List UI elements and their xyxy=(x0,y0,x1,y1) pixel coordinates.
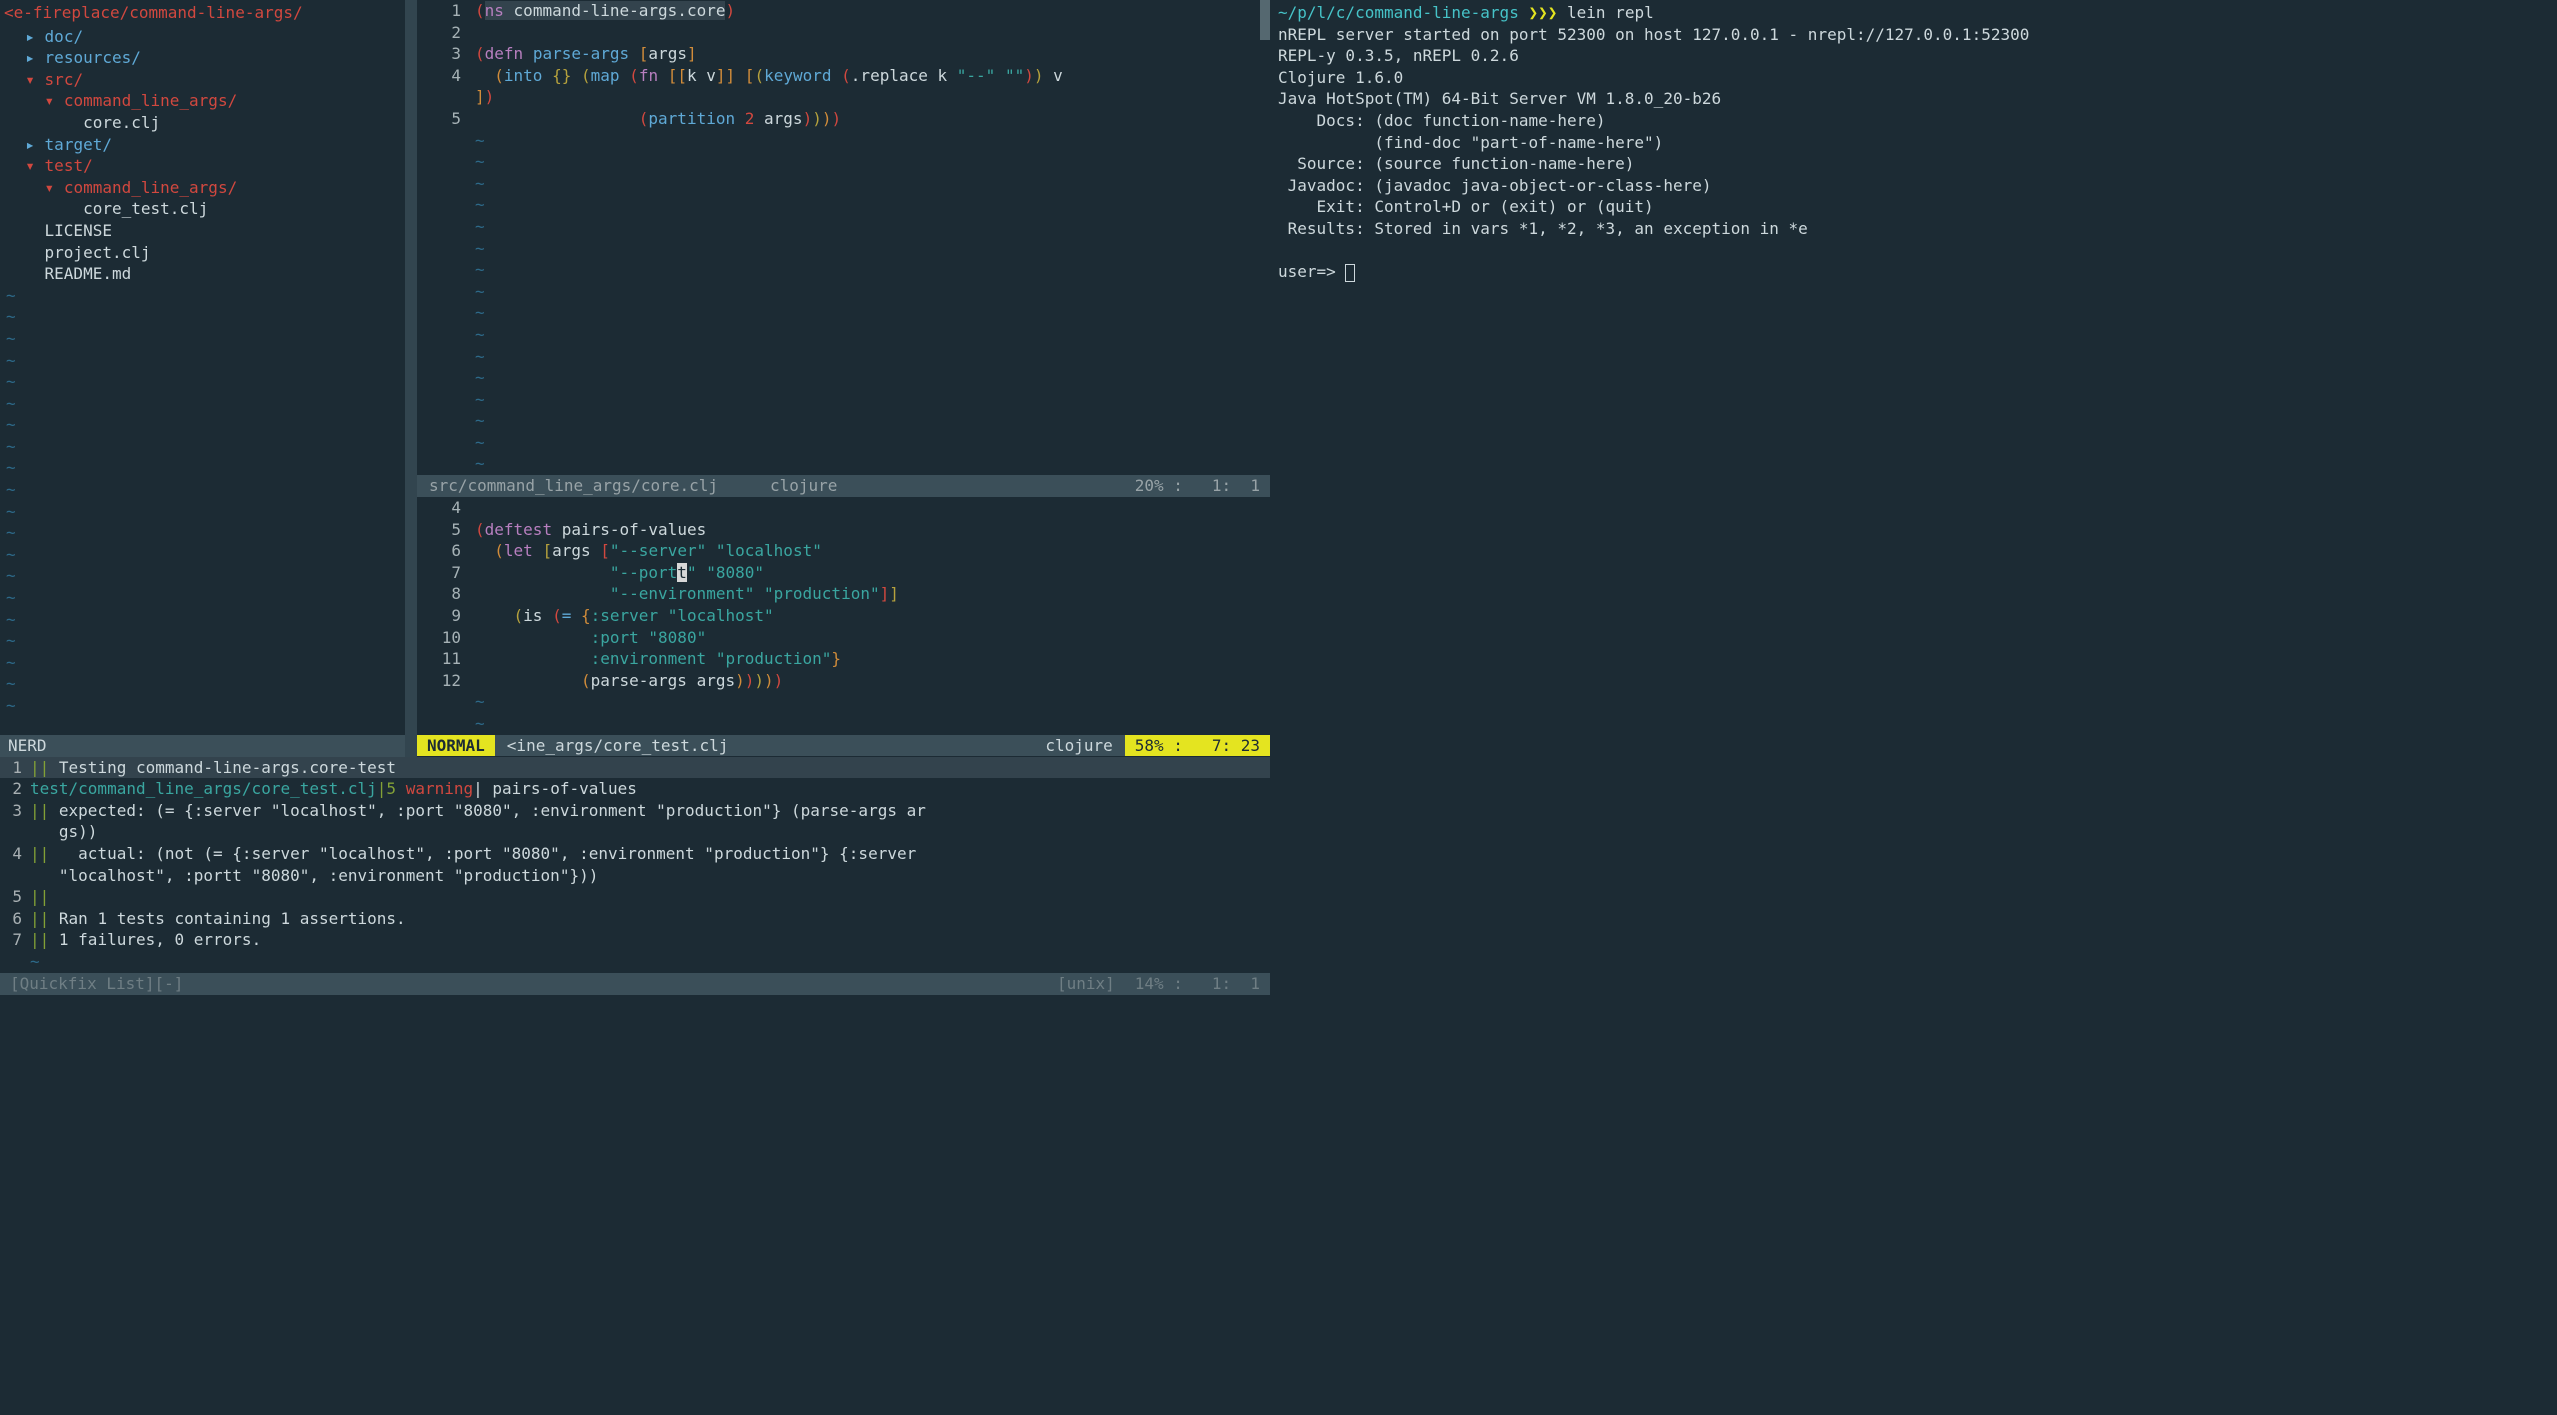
quickfix-row[interactable]: 2test/command_line_args/core_test.clj|5 … xyxy=(0,778,1270,800)
quickfix-window[interactable]: 1|| Testing command-line-args.core-test2… xyxy=(0,757,1270,995)
tree-dir[interactable]: ▸ target/ xyxy=(0,134,405,156)
tree-file[interactable]: LICENSE xyxy=(0,220,405,242)
terminal-output-line: Source: (source function-name-here) xyxy=(1278,153,2549,175)
statusline-core-clj: src/command_line_args/core.clj clojure 2… xyxy=(417,475,1270,497)
vertical-split-bar[interactable] xyxy=(405,0,417,735)
tree-file[interactable]: project.clj xyxy=(0,242,405,264)
quickfix-row[interactable]: 1|| Testing command-line-args.core-test xyxy=(0,757,1270,779)
repl-prompt[interactable]: user=> xyxy=(1278,261,2549,283)
tree-dir[interactable]: ▾ command_line_args/ xyxy=(0,177,405,199)
quickfix-title: [Quickfix List][-] xyxy=(10,973,183,995)
editor-buffers: 1(ns command-line-args.core) 2 3(defn pa… xyxy=(417,0,1270,735)
buffer-core-clj[interactable]: 1(ns command-line-args.core) 2 3(defn pa… xyxy=(417,0,1270,497)
quickfix-row[interactable]: gs)) xyxy=(0,821,1270,843)
terminal-prompt-line: ~/p/l/c/command-line-args ❯❯❯ lein repl xyxy=(1278,2,2549,24)
tree-file[interactable]: core.clj xyxy=(0,112,405,134)
tree-file[interactable]: core_test.clj xyxy=(0,198,405,220)
tree-dir[interactable]: ▾ command_line_args/ xyxy=(0,90,405,112)
status-filename: src/command_line_args/core.clj xyxy=(417,475,730,497)
statusline-nerdtree: NERD xyxy=(0,735,405,757)
terminal-output-line: (find-doc "part-of-name-here") xyxy=(1278,132,2549,154)
statusline-quickfix: [Quickfix List][-] [unix] 14% : 1: 1 xyxy=(0,973,1270,995)
nerdtree-root-path: <e-fireplace/command-line-args/ xyxy=(0,0,405,26)
terminal-output-line: Results: Stored in vars *1, *2, *3, an e… xyxy=(1278,218,2549,240)
tree-dir[interactable]: ▸ doc/ xyxy=(0,26,405,48)
quickfix-row[interactable]: 4|| actual: (not (= {:server "localhost"… xyxy=(0,843,1270,865)
statusline-core-test-clj: NORMAL <ine_args/core_test.clj clojure 5… xyxy=(417,735,1270,757)
terminal-output-line: Docs: (doc function-name-here) xyxy=(1278,110,2549,132)
quickfix-row[interactable]: 6|| Ran 1 tests containing 1 assertions. xyxy=(0,908,1270,930)
terminal-output-line: Exit: Control+D or (exit) or (quit) xyxy=(1278,196,2549,218)
scrollbar-thumb[interactable] xyxy=(1260,0,1270,40)
terminal-output-line: nREPL server started on port 52300 on ho… xyxy=(1278,24,2549,46)
status-filename: <ine_args/core_test.clj xyxy=(507,735,729,757)
quickfix-row[interactable]: 5|| xyxy=(0,886,1270,908)
terminal-output-line: REPL-y 0.3.5, nREPL 0.2.6 xyxy=(1278,45,2549,67)
status-filetype: clojure xyxy=(1045,735,1112,757)
terminal-output-line: Java HotSpot(TM) 64-Bit Server VM 1.8.0_… xyxy=(1278,88,2549,110)
tree-dir[interactable]: ▸ resources/ xyxy=(0,47,405,69)
quickfix-row[interactable]: 7|| 1 failures, 0 errors. xyxy=(0,929,1270,951)
quickfix-row[interactable]: 3|| expected: (= {:server "localhost", :… xyxy=(0,800,1270,822)
terminal-pane[interactable]: ~/p/l/c/command-line-args ❯❯❯ lein repl … xyxy=(1270,0,2557,1415)
tree-dir[interactable]: ▾ test/ xyxy=(0,155,405,177)
vim-mode-indicator: NORMAL xyxy=(417,735,495,757)
tree-file[interactable]: README.md xyxy=(0,263,405,285)
quickfix-row[interactable]: "localhost", :portt "8080", :environment… xyxy=(0,865,1270,887)
terminal-cursor xyxy=(1345,264,1355,282)
terminal-output-line: Javadoc: (javadoc java-object-or-class-h… xyxy=(1278,175,2549,197)
status-filetype: clojure xyxy=(770,475,837,497)
tree-dir[interactable]: ▾ src/ xyxy=(0,69,405,91)
terminal-output-line: Clojure 1.6.0 xyxy=(1278,67,2549,89)
buffer-core-test-clj[interactable]: 4 5(deftest pairs-of-values 6 (let [args… xyxy=(417,497,1270,735)
vim-pane: <e-fireplace/command-line-args/ ▸ doc/ ▸… xyxy=(0,0,1270,1415)
nerdtree[interactable]: <e-fireplace/command-line-args/ ▸ doc/ ▸… xyxy=(0,0,405,735)
